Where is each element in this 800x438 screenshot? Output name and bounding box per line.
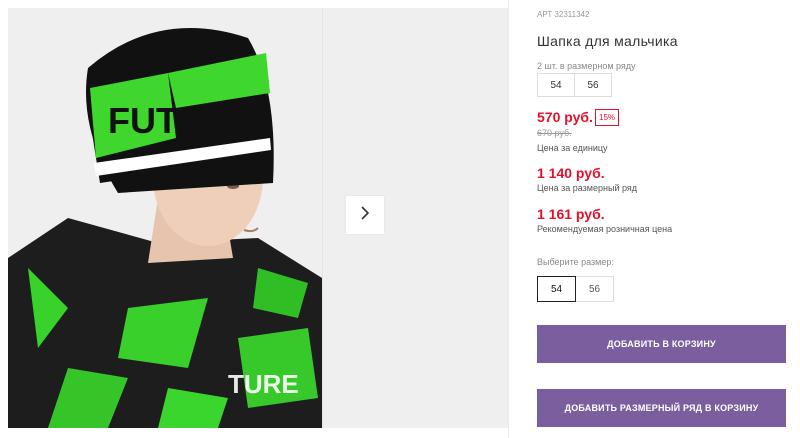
next-photo-button[interactable] [346,196,384,234]
product-photo-illustration: TURE FUT [8,8,322,428]
svg-text:TURE: TURE [228,369,299,399]
choose-size-label: Выберите размер: [537,257,614,267]
product-title: Шапка для мальчика [537,33,678,49]
pack-size-item: 54 [537,73,575,97]
row-price-label: Цена за размерный ряд [537,183,638,193]
rrp-label: Рекомендуемая розничная цена [537,224,673,234]
unit-price: 570 руб. [537,109,593,125]
svg-text:FUT: FUT [108,100,178,141]
article-number: АРТ 32311342 [537,10,590,19]
product-photo[interactable]: TURE FUT [8,8,322,428]
divider [508,0,509,438]
rrp-price: 1 161 руб. [537,206,605,222]
size-option-56[interactable]: 56 [575,276,614,302]
size-option-54[interactable]: 54 [537,276,576,302]
unit-price-label: Цена за единицу [537,143,608,153]
pack-size-label: 2 шт. в размерном ряду [537,61,636,71]
pack-sizes: 54 56 [537,73,612,97]
chevron-right-icon [358,205,372,226]
add-size-row-to-cart-button[interactable]: Добавить размерный ряд в корзину [537,389,786,427]
row-price: 1 140 руб. [537,165,605,181]
discount-badge: 15% [595,109,620,126]
add-to-cart-button[interactable]: Добавить в корзину [537,325,786,363]
size-selector: 54 56 [537,276,614,302]
product-gallery: TURE FUT [8,8,509,428]
old-price: 670 руб. [537,128,572,138]
pack-size-item: 56 [574,73,612,97]
